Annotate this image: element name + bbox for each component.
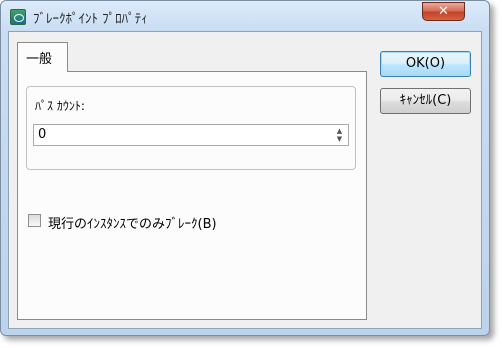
window-title: ﾌﾞﾚｰｸﾎﾟｲﾝﾄ ﾌﾟﾛﾊﾟﾃｨ <box>33 12 148 27</box>
pass-count-label: ﾊﾟｽ ｶｳﾝﾄ: <box>35 99 85 113</box>
cancel-button[interactable]: ｷｬﾝｾﾙ(C) <box>380 88 471 114</box>
title-bar[interactable]: ﾌﾞﾚｰｸﾎﾟｲﾝﾄ ﾌﾟﾛﾊﾟﾃｨ ✕ <box>1 1 489 31</box>
pass-count-group: ﾊﾟｽ ｶｳﾝﾄ: 0 ▲ ▼ <box>26 86 356 170</box>
close-button[interactable]: ✕ <box>422 2 465 21</box>
app-icon <box>10 9 26 25</box>
tab-panel-general: ﾊﾟｽ ｶｳﾝﾄ: 0 ▲ ▼ 現行のｲﾝｽﾀﾝｽでのみﾌﾞﾚｰｸ(B) <box>17 71 367 320</box>
current-instance-only-checkbox[interactable] <box>28 214 41 227</box>
dialog-client-area: 一般 ﾊﾟｽ ｶｳﾝﾄ: 0 ▲ ▼ 現行のｲﾝｽﾀﾝｽでのみﾌﾞﾚｰｸ(B) … <box>8 31 482 329</box>
tab-general[interactable]: 一般 <box>17 42 68 72</box>
current-instance-only-option[interactable]: 現行のｲﾝｽﾀﾝｽでのみﾌﾞﾚｰｸ(B) <box>28 212 268 232</box>
dialog-window: ﾌﾞﾚｰｸﾎﾟｲﾝﾄ ﾌﾟﾛﾊﾟﾃｨ ✕ 一般 ﾊﾟｽ ｶｳﾝﾄ: 0 ▲ ▼ … <box>0 0 490 336</box>
pass-count-value: 0 <box>38 127 47 142</box>
pass-count-spinbox[interactable]: 0 ▲ ▼ <box>33 124 349 146</box>
spin-down-arrow-icon[interactable]: ▼ <box>335 135 344 143</box>
spin-up-arrow-icon[interactable]: ▲ <box>335 127 344 135</box>
ok-button[interactable]: OK(O) <box>380 51 471 77</box>
current-instance-only-label: 現行のｲﾝｽﾀﾝｽでのみﾌﾞﾚｰｸ(B) <box>48 217 217 232</box>
tab-general-label: 一般 <box>26 52 53 67</box>
